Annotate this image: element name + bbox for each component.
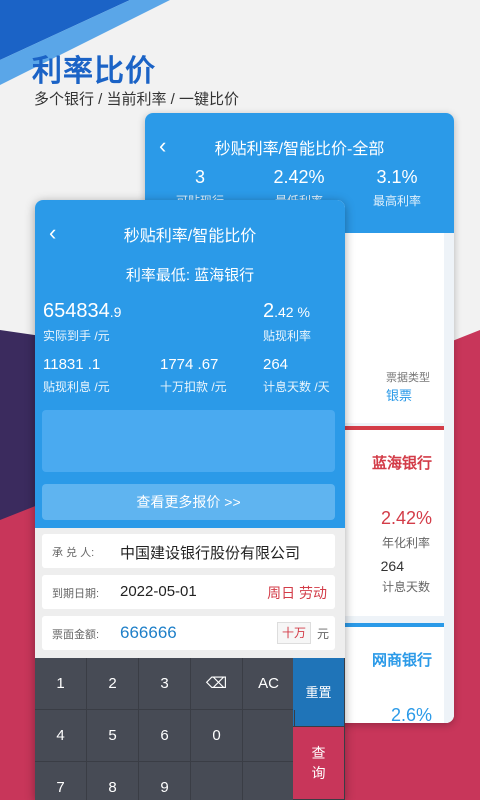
query-button[interactable]: 查询 xyxy=(293,727,345,800)
acceptor-label: 承 兑 人: xyxy=(52,547,95,559)
front-screen: ‹ 秒贴利率/智能比价 利率最低: 蓝海银行 654834.9 实际到手 /元 … xyxy=(35,200,345,800)
promo-title: 利率比价 xyxy=(32,55,156,88)
query-label: 查询 xyxy=(311,745,326,781)
interest-days: 264 计息天数 /天 xyxy=(263,356,330,394)
due-date-holiday-tag: 周日 劳动 xyxy=(267,585,327,601)
bank-rate-label: 年化利率 xyxy=(381,536,430,550)
key-6[interactable]: 6 xyxy=(139,710,191,762)
key-8[interactable]: 8 xyxy=(87,762,139,800)
key-blank[interactable] xyxy=(191,762,243,800)
lowest-rate-bank: 利率最低: 蓝海银行 xyxy=(125,267,255,284)
key-9[interactable]: 9 xyxy=(139,762,191,800)
more-quotes-button[interactable]: 查看更多报价 >> xyxy=(42,484,335,520)
bank-days: 264 xyxy=(380,558,404,574)
due-date-label: 到期日期: xyxy=(52,588,100,600)
amount-value: 666666 xyxy=(120,623,177,642)
key-5[interactable]: 5 xyxy=(87,710,139,762)
backspace-icon[interactable]: ⌫ xyxy=(191,658,243,710)
bank-name: 网商银行 xyxy=(371,652,432,669)
key-0[interactable]: 0 xyxy=(191,710,243,762)
discount-interest: 11831 .1 贴现利息 /元 xyxy=(43,356,110,394)
bank-rate: 2.6% xyxy=(390,705,432,723)
ticket-type-value: 银票 xyxy=(385,388,412,403)
due-date-field[interactable]: 到期日期: 2022-05-01 周日 劳动 xyxy=(42,575,335,609)
promo-subtitle: 多个银行 / 当前利率 / 一键比价 xyxy=(34,91,240,108)
key-7[interactable]: 7 xyxy=(35,762,87,800)
numeric-keypad: 1 2 3 ⌫ AC 重置 4 5 6 0 7 8 9 查询 xyxy=(35,658,345,800)
back-title: 秒贴利率/智能比价-全部 xyxy=(214,141,385,158)
key-1[interactable]: 1 xyxy=(35,658,87,710)
per-100k-deduction: 1774 .67 十万扣款 /元 xyxy=(160,356,227,394)
bank-name: 蓝海银行 xyxy=(371,455,432,472)
amount-field[interactable]: 票面金额: 666666 十万 元 xyxy=(42,616,335,650)
key-clear[interactable]: AC xyxy=(243,658,295,710)
bank-rate: 2.42% xyxy=(380,508,432,528)
key-3[interactable]: 3 xyxy=(139,658,191,710)
front-header: ‹ 秒贴利率/智能比价 利率最低: 蓝海银行 654834.9 实际到手 /元 … xyxy=(35,200,345,528)
acceptor-value: 中国建设银行股份有限公司 xyxy=(120,545,301,562)
key-4[interactable]: 4 xyxy=(35,710,87,762)
reset-button[interactable]: 重置 xyxy=(293,658,345,727)
key-blank[interactable] xyxy=(243,710,295,762)
key-blank[interactable] xyxy=(243,762,295,800)
stat-max-rate: 3.1% 最高利率 xyxy=(372,167,421,208)
amount-label: 票面金额: xyxy=(52,629,100,641)
ticket-type-label: 票据类型 xyxy=(386,372,430,384)
actual-amount: 654834.9 实际到手 /元 xyxy=(43,300,122,343)
amount-unit-button[interactable]: 十万 xyxy=(276,622,311,644)
acceptor-field[interactable]: 承 兑 人: 中国建设银行股份有限公司 xyxy=(42,534,335,568)
bill-form: 承 兑 人: 中国建设银行股份有限公司 到期日期: 2022-05-01 周日 … xyxy=(35,528,345,658)
due-date-value: 2022-05-01 xyxy=(120,583,197,600)
key-2[interactable]: 2 xyxy=(87,658,139,710)
amount-unit: 元 xyxy=(316,627,329,641)
bank-days-label: 计息天数 xyxy=(381,580,430,594)
discount-rate: 2.42 % 贴现利率 xyxy=(263,300,312,343)
front-title: 秒贴利率/智能比价 xyxy=(123,228,257,245)
info-panel xyxy=(42,410,335,472)
